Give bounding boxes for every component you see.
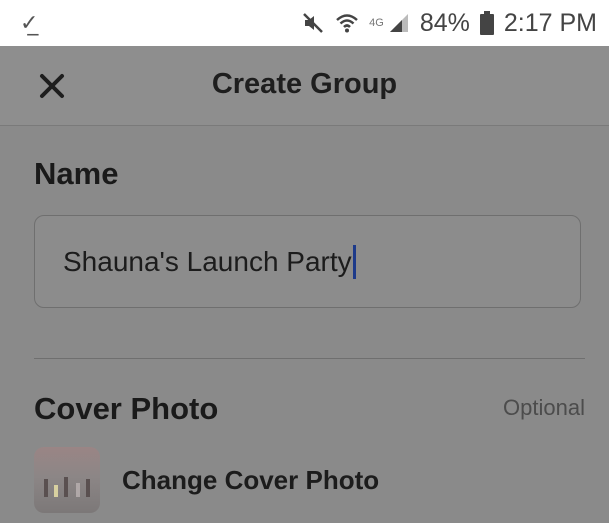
- group-name-value: Shauna's Launch Party: [63, 245, 352, 277]
- wifi-icon: [335, 11, 359, 35]
- change-cover-photo-button[interactable]: Change Cover Photo: [34, 445, 379, 515]
- battery-percent: 84%: [419, 8, 470, 37]
- text-cursor: [352, 244, 356, 279]
- app-header: Create Group: [0, 46, 609, 126]
- status-bar: ✓̲ 4G 84% 2:17 PM: [0, 0, 609, 46]
- section-divider: [34, 358, 585, 359]
- optional-label: Optional: [503, 395, 585, 420]
- group-name-input[interactable]: Shauna's Launch Party: [34, 215, 581, 308]
- page-title: Create Group: [211, 68, 398, 100]
- status-icons: 4G 84% 2:17 PM: [301, 8, 597, 38]
- name-section-title: Name: [34, 156, 119, 191]
- mute-icon: [301, 11, 325, 35]
- change-cover-photo-label: Change Cover Photo: [122, 464, 380, 495]
- network-tag: 4G: [369, 17, 384, 29]
- cover-photo-thumbnail: [34, 447, 100, 513]
- cover-photo-section-title: Cover Photo: [34, 391, 219, 426]
- download-check-icon: ✓̲: [20, 10, 39, 35]
- signal-icon: [388, 12, 410, 34]
- clock: 2:17 PM: [503, 8, 597, 37]
- battery-icon: [479, 11, 494, 35]
